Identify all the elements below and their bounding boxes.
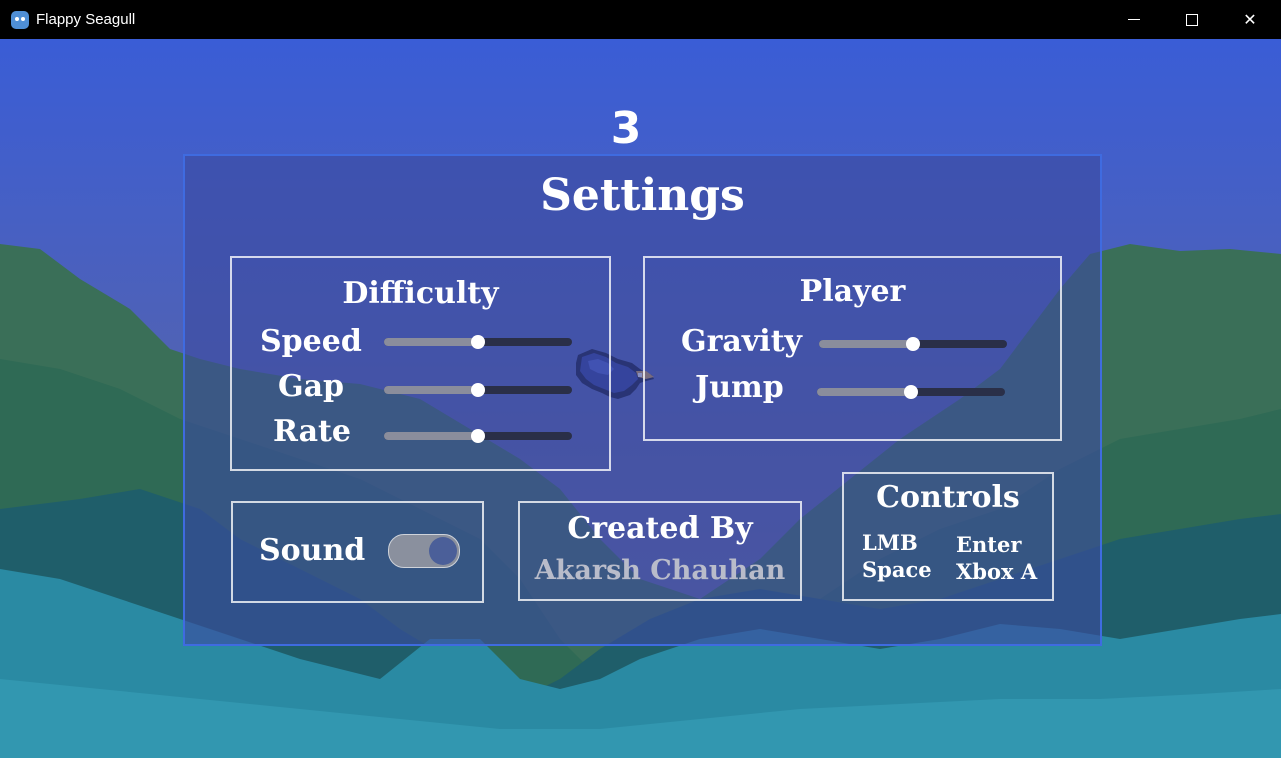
gravity-label: Gravity: [681, 324, 802, 359]
gap-slider[interactable]: [384, 383, 572, 397]
minimize-icon: [1128, 19, 1140, 20]
score-counter: 3: [610, 103, 642, 154]
rate-label: Rate: [273, 414, 352, 449]
maximize-icon: [1186, 13, 1198, 26]
gravity-slider-handle[interactable]: [906, 337, 920, 351]
difficulty-title: Difficulty: [342, 276, 499, 311]
jump-slider-handle[interactable]: [904, 385, 918, 399]
godot-icon: [11, 11, 29, 29]
settings-panel: Settings Difficulty Speed Gap Rate Playe…: [183, 154, 1102, 646]
game-viewport[interactable]: 3 Settings Difficulty Speed Gap Rate Pla…: [0, 39, 1281, 758]
gap-slider-handle[interactable]: [471, 383, 485, 397]
jump-slider-fill: [817, 388, 911, 396]
window-title: Flappy Seagull: [36, 11, 136, 28]
jump-label: Jump: [695, 370, 784, 405]
sound-group: Sound: [231, 501, 484, 603]
jump-slider[interactable]: [817, 385, 1005, 399]
speed-slider-handle[interactable]: [471, 335, 485, 349]
controls-group: Controls LMB Space Enter Xbox A: [842, 472, 1054, 601]
control-xbox-a: Xbox A: [956, 559, 1038, 584]
close-button[interactable]: ✕: [1221, 0, 1279, 39]
control-lmb: LMB: [862, 530, 918, 555]
speed-slider[interactable]: [384, 335, 572, 349]
rate-slider[interactable]: [384, 429, 572, 443]
sound-toggle[interactable]: [388, 534, 460, 568]
player-group: Player Gravity Jump: [643, 256, 1062, 441]
minimize-button[interactable]: [1105, 0, 1163, 39]
gravity-slider-fill: [819, 340, 913, 348]
difficulty-group: Difficulty Speed Gap Rate: [230, 256, 611, 471]
settings-title: Settings: [540, 170, 745, 221]
gap-label: Gap: [278, 369, 345, 404]
gravity-slider[interactable]: [819, 337, 1007, 351]
window-titlebar: Flappy Seagull ✕: [0, 0, 1281, 39]
speed-slider-fill: [384, 338, 478, 346]
credits-title: Created By: [567, 511, 753, 546]
player-title: Player: [799, 274, 906, 309]
gap-slider-fill: [384, 386, 478, 394]
close-icon: ✕: [1243, 10, 1257, 29]
author-name: Akarsh Chauhan: [534, 555, 786, 586]
maximize-button[interactable]: [1163, 0, 1221, 39]
rate-slider-handle[interactable]: [471, 429, 485, 443]
speed-label: Speed: [260, 324, 362, 359]
rate-slider-fill: [384, 432, 478, 440]
controls-title: Controls: [876, 480, 1020, 515]
sound-label: Sound: [259, 533, 366, 568]
sound-toggle-knob: [429, 537, 457, 565]
control-space: Space: [862, 557, 932, 582]
credits-group: Created By Akarsh Chauhan: [518, 501, 802, 601]
control-enter: Enter: [956, 532, 1022, 557]
